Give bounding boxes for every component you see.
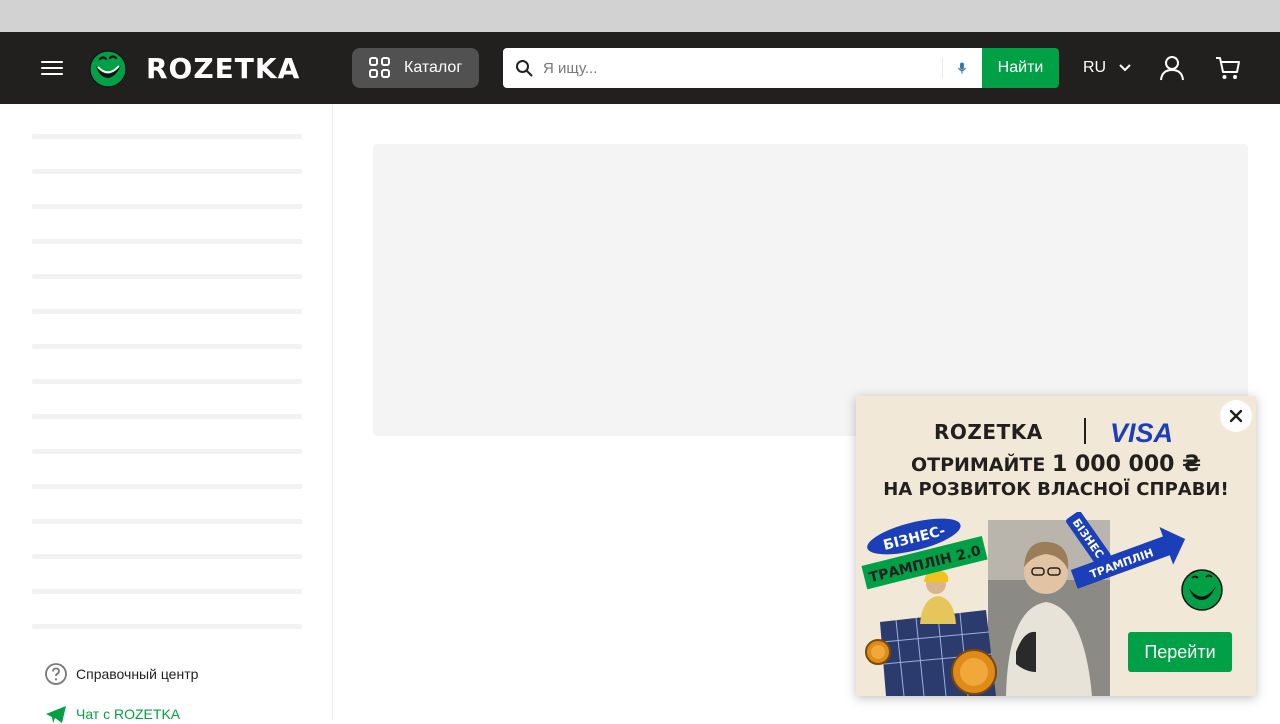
sidebar: Справочный центр Чат с ROZETKA: [0, 104, 333, 723]
catalog-label: Каталог: [404, 59, 463, 76]
search-icon: [516, 60, 533, 77]
promo-go-button[interactable]: Перейти: [1128, 632, 1232, 672]
promo-brand-rozetka: ROZETKA: [934, 420, 1043, 444]
search-button[interactable]: Найти: [982, 48, 1059, 88]
logo-text: ROZETKA: [146, 51, 301, 85]
main-banner-placeholder: [373, 144, 1248, 436]
promo-headline: ОТРИМАЙТЕ 1 000 000 ₴ НА РОЗВИТОК ВЛАСНО…: [856, 452, 1256, 502]
skeleton-line: [32, 169, 302, 174]
skeleton-line: [32, 239, 302, 244]
promo-amount: 1 000 000 ₴: [1051, 452, 1202, 477]
chevron-down-icon: [1119, 64, 1131, 72]
smiley-logo-icon: [89, 50, 127, 88]
skeleton-line: [32, 379, 302, 384]
language-label: RU: [1083, 59, 1107, 76]
promo-brand-visa: VISA: [1110, 418, 1174, 448]
help-center-label: Справочный центр: [76, 666, 199, 682]
promo-brands: ROZETKA VISA: [856, 418, 1256, 448]
skeleton-line: [32, 519, 302, 524]
skeleton-line: [32, 274, 302, 279]
search-bar: [503, 48, 982, 88]
skeleton-line: [32, 589, 302, 594]
site-logo[interactable]: ROZETKA: [88, 48, 300, 88]
skeleton-line: [32, 484, 302, 489]
menu-icon[interactable]: [40, 56, 64, 80]
skeleton-line: [32, 344, 302, 349]
site-header: ROZETKA Каталог Найти RU: [0, 32, 1280, 104]
promo-headline-line2: НА РОЗВИТОК ВЛАСНОЇ СПРАВИ!: [883, 479, 1229, 500]
top-strip: [0, 0, 1280, 32]
grid-icon: [369, 57, 391, 79]
language-selector[interactable]: RU: [1083, 56, 1132, 80]
question-icon: [45, 663, 67, 685]
promo-popup[interactable]: ROZETKA VISA ОТРИМАЙТЕ 1 000 000 ₴ НА РО…: [856, 396, 1256, 696]
cart-icon[interactable]: [1214, 54, 1242, 82]
skeleton-line: [32, 134, 302, 139]
chat-link[interactable]: Чат с ROZETKA: [44, 704, 180, 724]
skeleton-line: [32, 449, 302, 454]
catalog-button[interactable]: Каталог: [352, 48, 479, 88]
telegram-icon: [46, 706, 66, 723]
search-input[interactable]: [543, 48, 933, 88]
user-icon[interactable]: [1158, 54, 1186, 82]
skeleton-line: [32, 624, 302, 629]
help-center-link[interactable]: Справочный центр: [44, 662, 198, 686]
promo-brand-divider: [1084, 418, 1086, 444]
search-divider: [942, 58, 943, 78]
skeleton-line: [32, 554, 302, 559]
skeleton-line: [32, 204, 302, 209]
promo-headline-prefix: ОТРИМАЙТЕ: [910, 454, 1046, 476]
skeleton-line: [32, 414, 302, 419]
microphone-icon[interactable]: [955, 61, 969, 75]
skeleton-line: [32, 309, 302, 314]
